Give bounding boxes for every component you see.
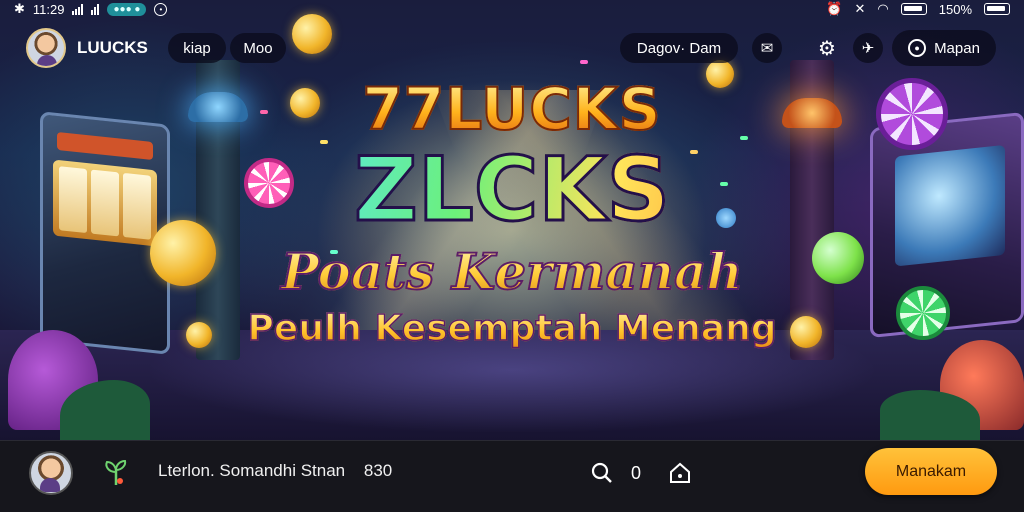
nav-item-moo[interactable]: Moo xyxy=(230,33,286,63)
ticker: Lterlon. Somandhi Stnan 830 xyxy=(158,461,392,481)
cta-button[interactable]: Manakam xyxy=(865,448,997,495)
account-label: Mapan xyxy=(934,39,980,57)
account-button[interactable]: ● Mapan xyxy=(892,30,996,66)
alarm-icon: ⏰ xyxy=(826,1,843,16)
counter: 0 xyxy=(630,462,641,483)
home-icon[interactable] xyxy=(666,459,694,487)
avatar[interactable] xyxy=(26,28,66,68)
notification-icon: • xyxy=(154,2,168,16)
battery-percent: 150% xyxy=(938,1,972,17)
settings-icon[interactable]: ⚙ xyxy=(812,33,842,63)
status-bar: ✱ 11:29 ●●● ● • ⏰ ✕ ◠ 150% xyxy=(0,0,1024,18)
message-icon[interactable]: ✉ xyxy=(752,33,782,63)
mute-icon: ✕ xyxy=(854,1,866,16)
user-icon: ● xyxy=(908,39,927,57)
sprout-icon[interactable] xyxy=(100,457,132,489)
battery-icon xyxy=(900,3,927,15)
bluetooth-icon: ✱ xyxy=(14,1,25,16)
headline-brand: 77LUCKS xyxy=(0,75,1024,143)
network-badge: ●●● ● xyxy=(107,2,147,16)
nav-item-kiap[interactable]: kiap xyxy=(168,33,226,63)
app-brand[interactable]: LUUCKS xyxy=(77,38,148,58)
signal-icon xyxy=(91,3,100,15)
battery-icon xyxy=(984,3,1010,15)
wifi-icon: ◠ xyxy=(877,1,889,16)
headline-subtitle: Peulh Kesemptah Menang xyxy=(0,304,1024,354)
ticker-text: Lterlon. Somandhi Stnan xyxy=(158,461,346,480)
header-chip[interactable]: Dagov· Dam xyxy=(620,33,738,63)
search-icon[interactable] xyxy=(588,459,616,487)
headline-logo: ZLCKS xyxy=(0,140,1024,239)
clock: 11:29 xyxy=(32,1,65,17)
banner-headline: 77LUCKS ZLCKS Poats Kermanah Peulh Kesem… xyxy=(0,75,1024,354)
headline-tagline: Poats Kermanah xyxy=(0,240,1024,304)
bottom-bar: Lterlon. Somandhi Stnan 830 0 Manakam xyxy=(0,440,1024,512)
ticker-number: 830 xyxy=(363,461,393,480)
app-header: LUUCKS kiap Moo Dagov· Dam ✉ ⚙ ✈ ● Mapan xyxy=(0,26,1024,70)
chat-icon[interactable]: ✈ xyxy=(853,33,883,63)
footer-avatar[interactable] xyxy=(29,451,73,495)
signal-icon xyxy=(72,3,84,15)
